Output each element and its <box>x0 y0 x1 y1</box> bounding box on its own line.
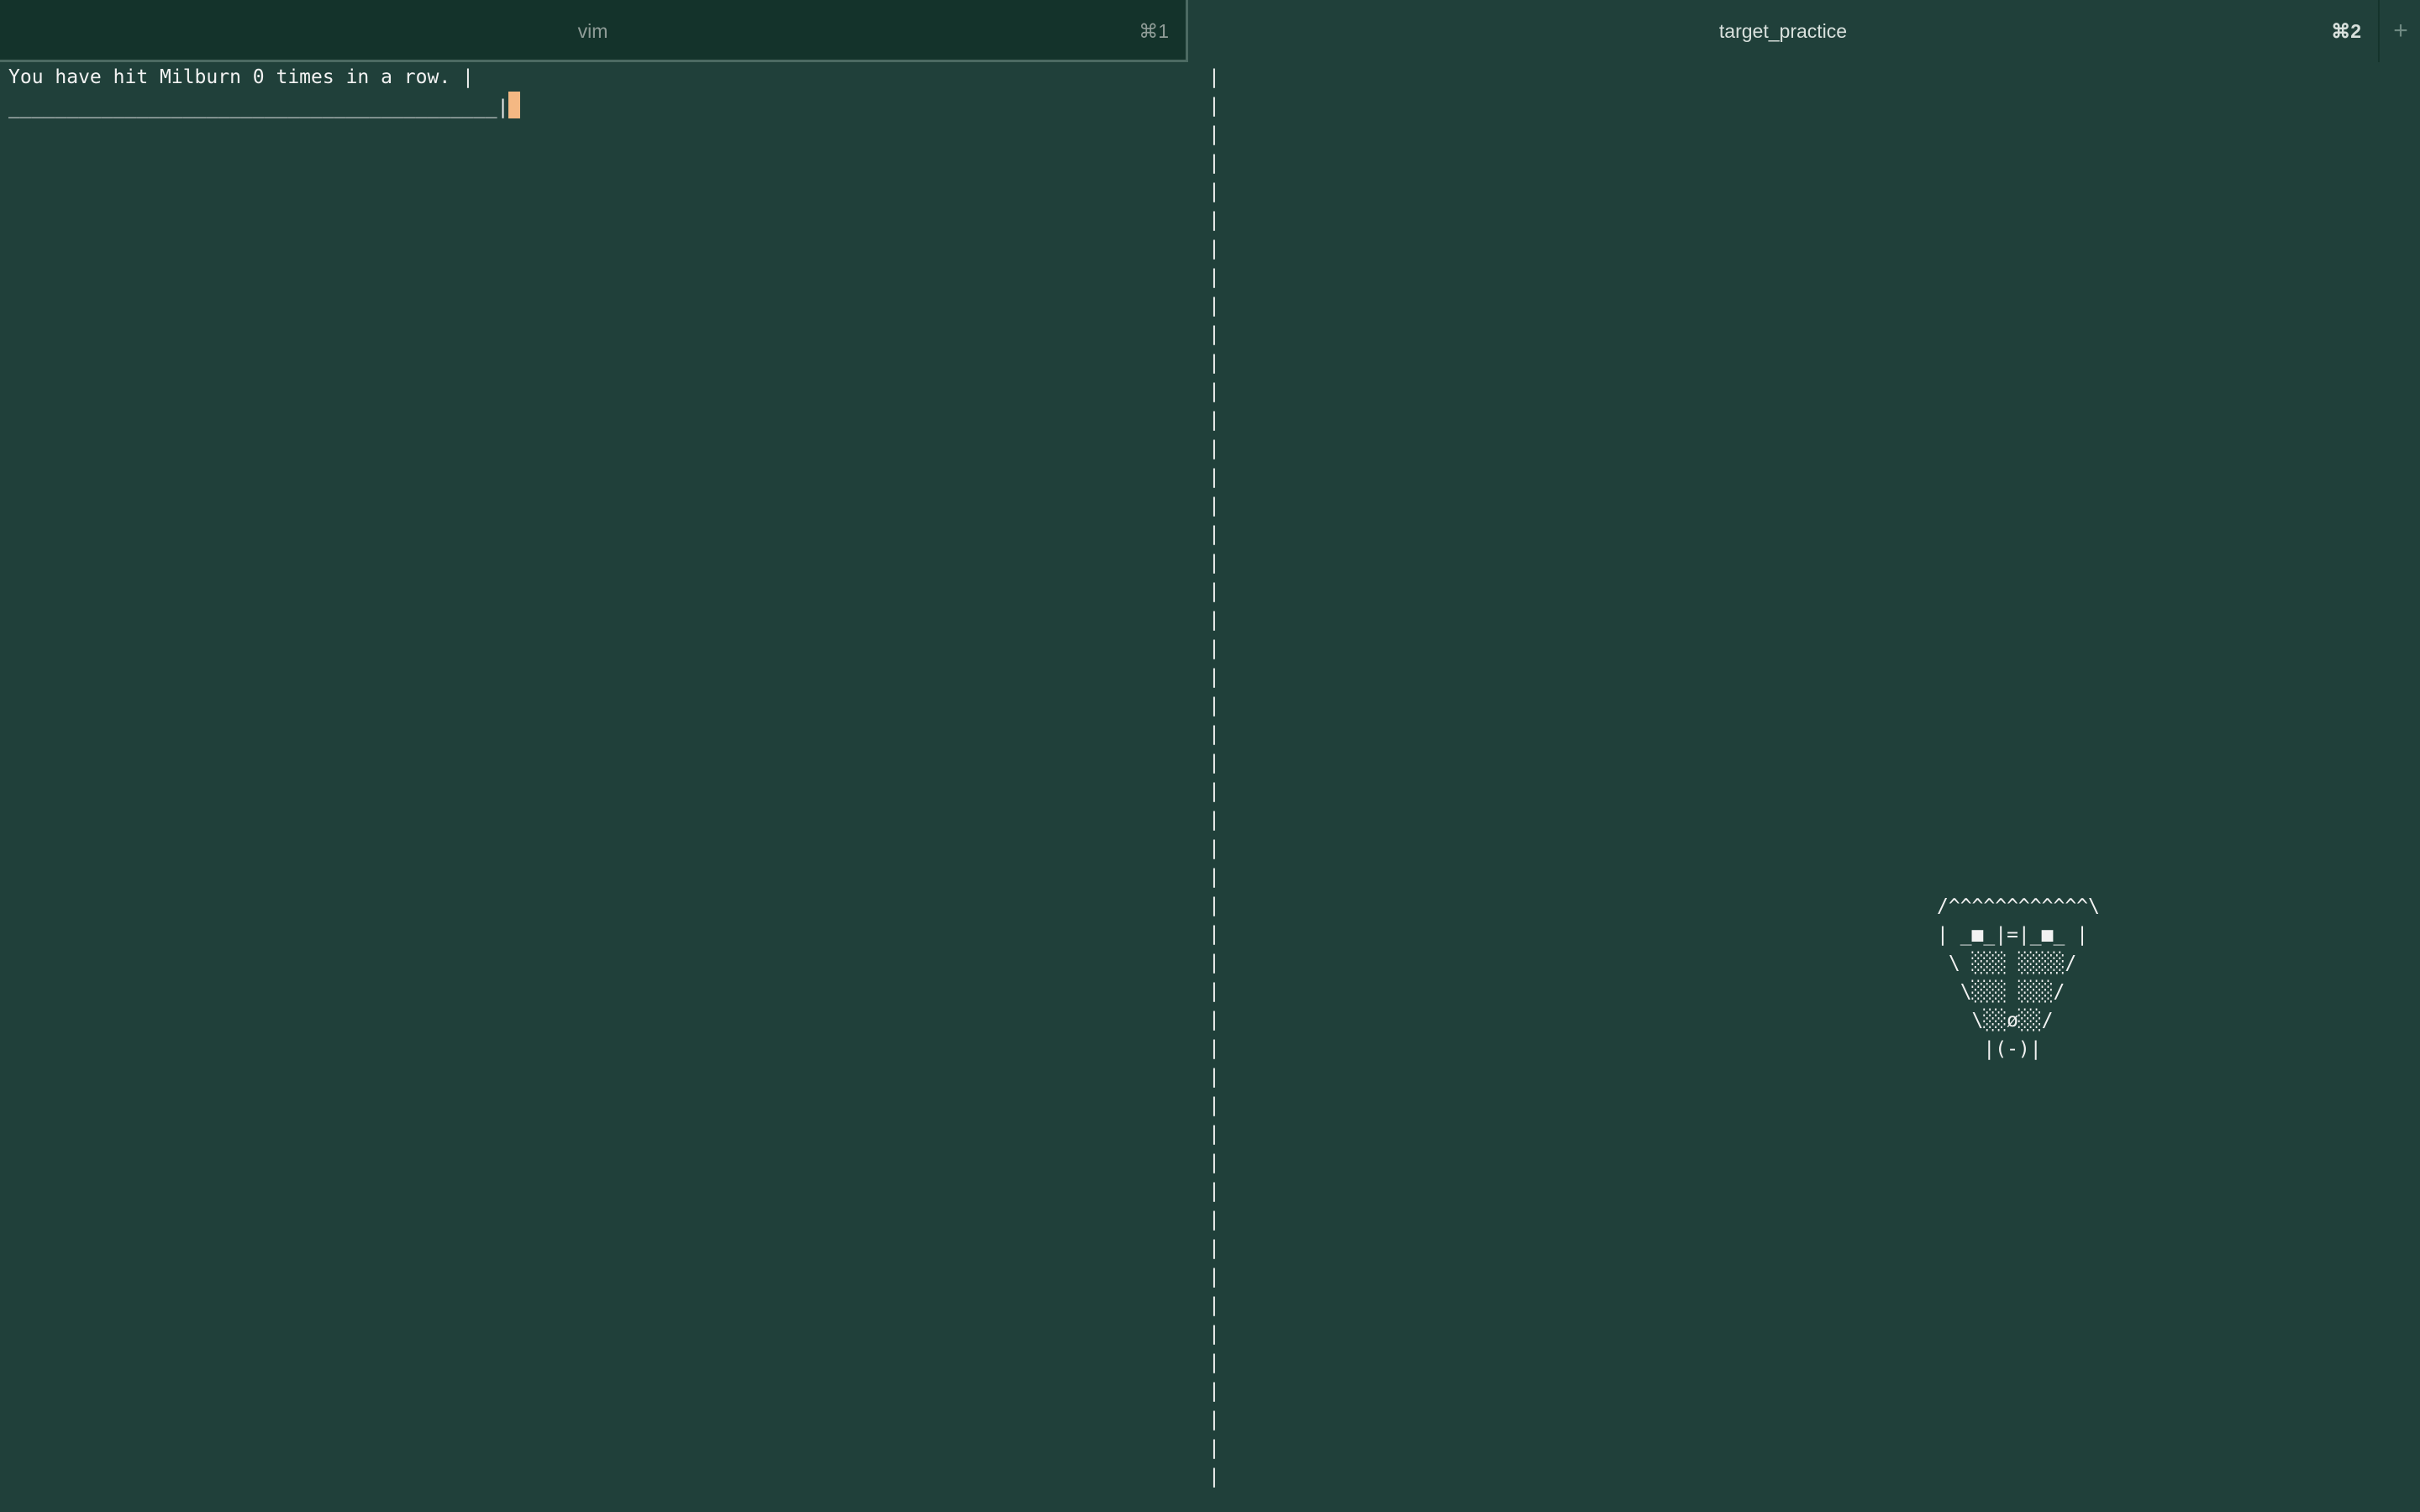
tab-shortcut: ⌘1 <box>1139 20 1169 42</box>
tab-target-practice[interactable]: target_practice ⌘2 <box>1188 0 2380 62</box>
underline-line: ________________________________________… <box>8 97 509 118</box>
new-tab-button[interactable]: + <box>2381 12 2420 50</box>
tab-shortcut: ⌘2 <box>2331 20 2361 42</box>
hit-count-line: You have hit Milburn 0 times in a row. | <box>8 66 474 88</box>
terminal-output[interactable]: You have hit Milburn 0 times in a row. |… <box>8 63 521 122</box>
ascii-target-face[interactable]: /^^^^^^^^^^^^\ | _■_|=|_■_ | \ ░░░ ░░░░/… <box>1937 892 2100 1063</box>
tab-bar: vim ⌘1 target_practice ⌘2 + <box>0 0 2420 62</box>
face-line: \ ░░░ ░░░░/ <box>1948 953 2077 974</box>
face-line: /^^^^^^^^^^^^\ <box>1937 895 2100 917</box>
face-line: | _■_|=|_■_ | <box>1937 924 2089 946</box>
face-line: |(-)| <box>1937 1038 2042 1060</box>
tab-vim[interactable]: vim ⌘1 <box>0 0 1188 62</box>
tab-label: vim <box>577 20 608 42</box>
face-line: \░░ø░░/ <box>1971 1010 2054 1032</box>
tab-label: target_practice <box>1718 20 1848 42</box>
pane-divider: | | | | | | | | | | | | | | | | | | | | … <box>1208 66 1220 1488</box>
face-line: \░░░ ░░░/ <box>1960 981 2065 1003</box>
text-cursor <box>508 92 521 118</box>
